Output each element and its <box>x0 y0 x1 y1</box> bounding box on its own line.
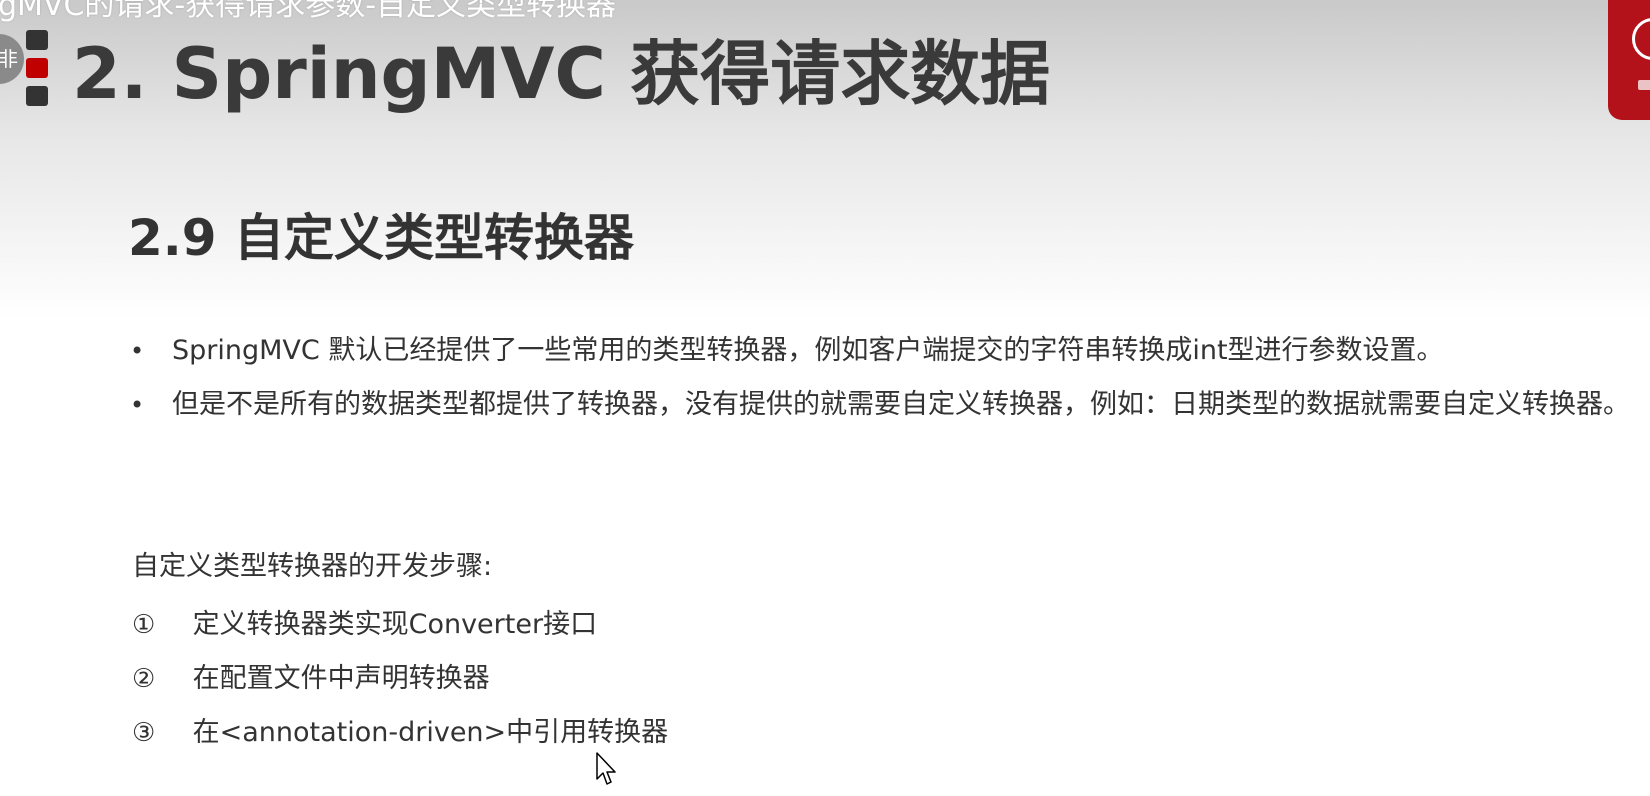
bullet-icon: • <box>130 391 145 419</box>
step-text: 在配置文件中声明转换器 <box>192 663 490 694</box>
brand-logo-icon <box>1608 0 1650 120</box>
list-item: • SpringMVC 默认已经提供了一些常用的类型转换器，例如客户端提交的字符… <box>128 324 1638 378</box>
mouse-pointer-icon <box>596 752 616 785</box>
steps-heading: 自定义类型转换器的开发步骤: <box>132 551 493 582</box>
step-number: ② <box>132 664 156 694</box>
list-item: ② 在配置文件中声明转换器 <box>132 652 668 706</box>
bullet-list: • SpringMVC 默认已经提供了一些常用的类型转换器，例如客户端提交的字符… <box>128 324 1638 432</box>
step-number: ③ <box>132 718 156 748</box>
steps-list: ① 定义转换器类实现Converter接口 ② 在配置文件中声明转换器 ③ 在<… <box>132 598 668 760</box>
step-text: 在<annotation-driven>中引用转换器 <box>192 717 669 748</box>
bullet-text: SpringMVC 默认已经提供了一些常用的类型转换器，例如客户端提交的字符串转… <box>172 335 1444 366</box>
bullet-icon: • <box>130 337 145 365</box>
list-item: • 但是不是所有的数据类型都提供了转换器，没有提供的就需要自定义转换器，例如：日… <box>128 378 1638 432</box>
step-number: ① <box>132 610 156 640</box>
title-marker-icon <box>26 30 48 106</box>
step-text: 定义转换器类实现Converter接口 <box>192 609 598 640</box>
list-item: ① 定义转换器类实现Converter接口 <box>132 598 668 652</box>
section-title: 2.9 自定义类型转换器 <box>128 209 634 267</box>
page-title: 2. SpringMVC 获得请求数据 <box>72 33 1051 115</box>
list-item: ③ 在<annotation-driven>中引用转换器 <box>132 706 668 760</box>
avatar[interactable]: 非 <box>0 34 24 84</box>
bullet-text: 但是不是所有的数据类型都提供了转换器，没有提供的就需要自定义转换器，例如：日期类… <box>172 389 1630 420</box>
